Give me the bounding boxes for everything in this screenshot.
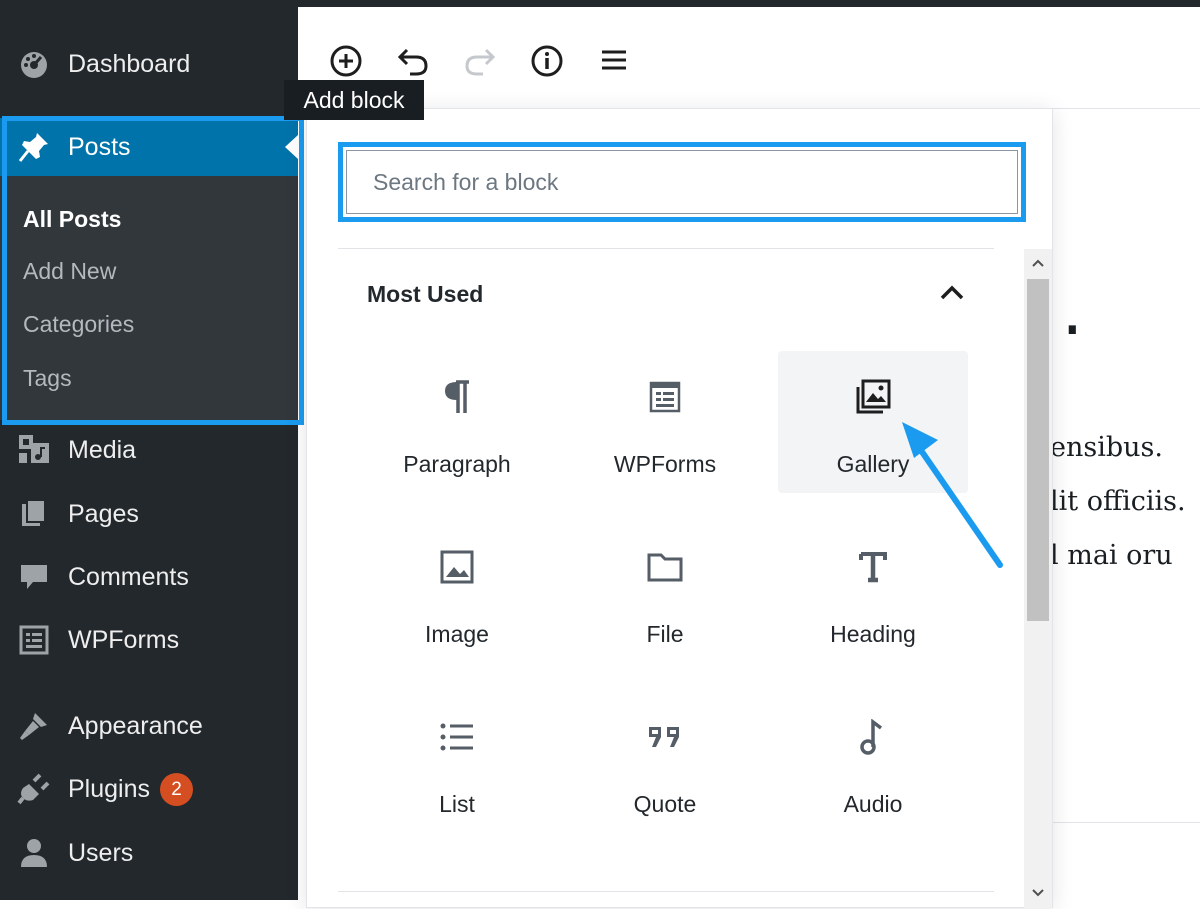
block-label: WPForms (613, 451, 717, 477)
sidebar-item-label: WPForms (68, 625, 180, 654)
block-paragraph[interactable]: Paragraph (362, 351, 552, 493)
user-icon (16, 835, 52, 871)
quote-icon (645, 717, 685, 757)
scroll-thumb[interactable] (1027, 279, 1049, 621)
submenu-categories[interactable]: Categories (23, 311, 134, 338)
add-block-button[interactable] (326, 43, 366, 83)
heading-icon (853, 547, 893, 587)
sidebar-item-label: Media (68, 435, 137, 464)
comment-icon (16, 559, 52, 595)
block-navigation-button[interactable] (594, 43, 634, 83)
block-inserter-panel: Most Used Paragraph WPForms Gallery Imag… (306, 108, 1053, 909)
sidebar-item-plugins[interactable]: Plugins 2 (0, 759, 298, 819)
block-label: Quote (633, 791, 697, 817)
panel-divider (338, 248, 994, 249)
info-button[interactable] (527, 43, 567, 83)
submenu-all-posts[interactable]: All Posts (23, 206, 121, 233)
pages-icon (16, 496, 52, 532)
search-highlight-frame (338, 142, 1026, 222)
undo-button[interactable] (393, 43, 433, 83)
submenu-tags[interactable]: Tags (23, 365, 72, 392)
body-line: ensibus. (1050, 432, 1163, 463)
sidebar-item-label: Pages (68, 499, 139, 528)
redo-button[interactable] (460, 43, 500, 83)
sidebar-item-label: Posts (68, 132, 131, 161)
block-label: Gallery (836, 451, 910, 477)
sidebar-item-wpforms[interactable]: WPForms (0, 610, 298, 670)
admin-sidebar: Dashboard Posts All Posts Add New Catego… (0, 0, 304, 900)
paintbrush-icon (16, 708, 52, 744)
sidebar-item-label: Users (68, 838, 134, 867)
sidebar-item-comments[interactable]: Comments (0, 547, 298, 607)
wpforms-block-icon (645, 377, 685, 417)
block-label: Heading (830, 621, 916, 647)
block-list[interactable]: List (362, 691, 552, 833)
block-label: Audio (843, 791, 903, 817)
submenu-add-new[interactable]: Add New (23, 258, 116, 285)
gallery-icon (853, 377, 893, 417)
sidebar-item-users[interactable]: Users (0, 823, 298, 883)
add-block-tooltip: Add block (284, 80, 424, 120)
block-label: File (646, 621, 684, 647)
wpforms-icon (16, 622, 52, 658)
plugins-update-badge: 2 (160, 773, 193, 806)
info-icon (530, 44, 564, 83)
list-icon (437, 717, 477, 757)
chevron-down-icon (1031, 885, 1045, 903)
pushpin-icon (16, 129, 52, 165)
folder-icon (645, 547, 685, 587)
block-audio[interactable]: Audio (778, 691, 968, 833)
sidebar-item-label: Plugins (68, 774, 150, 803)
sidebar-item-appearance[interactable]: Appearance (0, 696, 298, 756)
editor-toolbar (298, 7, 1200, 109)
add-block-icon (329, 44, 363, 83)
image-icon (437, 547, 477, 587)
block-file[interactable]: File (570, 521, 760, 663)
block-image[interactable]: Image (362, 521, 552, 663)
sidebar-item-pages[interactable]: Pages (0, 484, 298, 544)
block-navigation-icon (597, 44, 631, 83)
block-search-input[interactable] (346, 150, 1018, 214)
sidebar-item-posts[interactable]: Posts (0, 118, 298, 176)
sidebar-item-media[interactable]: Media (0, 420, 298, 480)
panel-divider (338, 891, 994, 892)
section-title: Most Used (367, 281, 484, 307)
paragraph-icon (437, 377, 477, 417)
sidebar-item-dashboard[interactable]: Dashboard (0, 34, 298, 94)
body-line: lit officiis. (1050, 486, 1186, 517)
sidebar-item-label: Appearance (68, 711, 203, 740)
plugin-icon (16, 771, 52, 807)
scroll-up-button[interactable] (1024, 249, 1052, 279)
chevron-up-icon (939, 283, 965, 306)
scroll-down-button[interactable] (1024, 879, 1052, 909)
chevron-up-icon (1031, 255, 1045, 273)
block-quote[interactable]: Quote (570, 691, 760, 833)
redo-icon (463, 44, 497, 83)
sidebar-item-label: Dashboard (68, 49, 191, 78)
block-heading[interactable]: Heading (778, 521, 968, 663)
current-menu-arrow (285, 135, 298, 159)
dashboard-icon (16, 46, 52, 82)
body-line: l mai oru (1050, 540, 1173, 571)
block-wpforms[interactable]: WPForms (570, 351, 760, 493)
admin-bar-edge (298, 0, 1200, 7)
block-label: Paragraph (403, 451, 511, 477)
inserter-scrollbar[interactable] (1024, 249, 1052, 909)
sidebar-item-label: Comments (68, 562, 189, 591)
block-label: List (439, 791, 475, 817)
audio-icon (853, 717, 893, 757)
collapse-section-button[interactable] (937, 279, 967, 309)
media-icon (16, 432, 52, 468)
posts-submenu: All Posts Add New Categories Tags (0, 176, 298, 420)
undo-icon (396, 44, 430, 83)
block-gallery[interactable]: Gallery (778, 351, 968, 493)
block-label: Image (425, 621, 489, 647)
